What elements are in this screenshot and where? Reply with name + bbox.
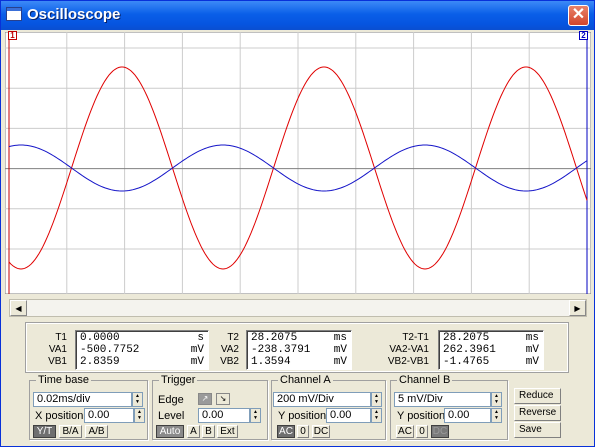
va2-label: VA2 <box>220 344 239 355</box>
channel-b-zero-button[interactable]: 0 <box>416 425 428 438</box>
dva-value: 262.3961 <box>443 344 496 356</box>
channel-b-scale-field[interactable]: 5 mV/Div <box>394 392 491 407</box>
va1-label: VA1 <box>48 344 67 355</box>
vb2-vb1-label: VB2-VB1 <box>387 356 429 367</box>
vb2-label: VB2 <box>220 356 239 367</box>
window-icon <box>6 7 22 21</box>
window-title: Oscilloscope <box>27 6 121 23</box>
timebase-scale-spinner[interactable]: ▲ ▼ <box>132 392 143 407</box>
va2-va1-label: VA2-VA1 <box>389 344 429 355</box>
dt-value: 28.2075 <box>443 332 490 344</box>
t1-readout: 0.0000 s -500.7752 mV 2.8359 mV <box>75 330 209 370</box>
channel-b-dc-button[interactable]: DC <box>431 425 449 438</box>
close-button[interactable]: ✕ <box>568 5 589 26</box>
va2-value: -238.3791 <box>251 344 311 356</box>
save-button[interactable]: Save <box>514 422 561 438</box>
rising-edge-icon[interactable]: ↗ <box>198 393 212 405</box>
mode-ab-button[interactable]: A/B <box>85 425 108 438</box>
timebase-title: Time base <box>36 374 91 386</box>
t1-label: T1 <box>55 332 67 343</box>
trigger-auto-button[interactable]: Auto <box>156 425 184 438</box>
trigger-title: Trigger <box>159 374 198 386</box>
t2-t1-label: T2-T1 <box>402 332 429 343</box>
title-bar[interactable]: Oscilloscope ✕ <box>1 1 594 30</box>
delta-readout: 28.2075 ms 262.3961 mV -1.4765 mV <box>438 330 544 370</box>
vb2-unit: mV <box>333 356 347 368</box>
channel-a-scale-field[interactable]: 200 mV/Div <box>273 392 371 407</box>
reverse-button[interactable]: Reverse <box>514 405 561 421</box>
channel-a-scale-spinner[interactable]: ▲ ▼ <box>371 392 382 407</box>
t1-value: 0.0000 <box>80 332 120 344</box>
trigger-a-button[interactable]: A <box>187 425 200 438</box>
t2-label: T2 <box>227 332 239 343</box>
oscilloscope-window: Oscilloscope ✕ 1 2 ◀ ▶ T1 VA1 VB1 0.0000… <box>0 0 595 447</box>
cursor-1-handle[interactable]: 1 <box>8 31 17 40</box>
dva-unit: mV <box>525 344 539 356</box>
channel-a-group: Channel A 200 mV/Div ▲ ▼ Y position 0.00 … <box>271 374 386 440</box>
channel-b-ypos-spinner[interactable]: ▲ ▼ <box>491 408 502 423</box>
channel-a-ypos-field[interactable]: 0.00 <box>326 408 371 423</box>
channel-b-ypos-field[interactable]: 0.00 <box>444 408 491 423</box>
horizontal-scrollbar[interactable]: ◀ ▶ <box>9 299 587 317</box>
channel-a-dc-button[interactable]: DC <box>312 425 330 438</box>
x-position-spinner[interactable]: ▲ ▼ <box>134 408 145 423</box>
mode-ba-button[interactable]: B/A <box>59 425 82 438</box>
vb1-value: 2.8359 <box>80 356 120 368</box>
timebase-group: Time base 0.02ms/div ▲ ▼ X position 0.00 … <box>29 374 148 440</box>
scroll-left-arrow-icon[interactable]: ◀ <box>10 300 27 316</box>
scroll-right-arrow-icon[interactable]: ▶ <box>569 300 586 316</box>
reduce-button[interactable]: Reduce <box>514 388 561 404</box>
channel-a-title: Channel A <box>278 374 333 386</box>
channel-b-title: Channel B <box>397 374 453 386</box>
mode-yt-button[interactable]: Y/T <box>33 425 56 438</box>
scope-display[interactable]: 1 2 <box>5 31 591 294</box>
t2-unit: ms <box>333 332 347 344</box>
channel-a-ypos-label: Y position <box>278 410 327 422</box>
trigger-group: Trigger Edge ↗ ↘ Level 0.00 ▲ ▼ Auto A B … <box>152 374 268 440</box>
level-label: Level <box>158 410 185 422</box>
cursor-2-handle[interactable]: 2 <box>579 31 588 40</box>
trigger-level-field[interactable]: 0.00 <box>198 408 250 423</box>
t2-readout: 28.2075 ms -238.3791 mV 1.3594 mV <box>246 330 352 370</box>
dvb-value: -1.4765 <box>443 356 490 368</box>
trigger-ext-button[interactable]: Ext <box>217 425 238 438</box>
x-position-field[interactable]: 0.00 <box>84 408 134 423</box>
edge-label: Edge <box>158 394 184 406</box>
channel-a-zero-button[interactable]: 0 <box>297 425 309 438</box>
channel-b-ypos-label: Y position <box>397 410 446 422</box>
channel-a-ypos-spinner[interactable]: ▲ ▼ <box>371 408 382 423</box>
timebase-scale-field[interactable]: 0.02ms/div <box>33 392 132 407</box>
channel-b-group: Channel B 5 mV/Div ▲ ▼ Y position 0.00 ▲ ▼… <box>390 374 508 440</box>
dvb-unit: mV <box>525 356 539 368</box>
measurement-panel: T1 VA1 VB1 0.0000 s -500.7752 mV 2.8359 mV … <box>25 322 569 373</box>
vb2-value: 1.3594 <box>251 356 291 368</box>
dt-unit: ms <box>525 332 539 344</box>
x-position-label: X position <box>35 410 84 422</box>
trigger-b-button[interactable]: B <box>202 425 215 438</box>
t2-value: 28.2075 <box>251 332 298 344</box>
channel-b-ac-button[interactable]: AC <box>396 425 414 438</box>
va2-unit: mV <box>333 344 347 356</box>
channel-b-scale-spinner[interactable]: ▲ ▼ <box>491 392 502 407</box>
trigger-level-spinner[interactable]: ▲ ▼ <box>250 408 261 423</box>
channel-a-ac-button[interactable]: AC <box>277 425 295 438</box>
vb1-label: VB1 <box>48 356 67 367</box>
scope-screen[interactable] <box>5 32 591 294</box>
va1-value: -500.7752 <box>80 344 140 356</box>
falling-edge-icon[interactable]: ↘ <box>216 393 230 405</box>
